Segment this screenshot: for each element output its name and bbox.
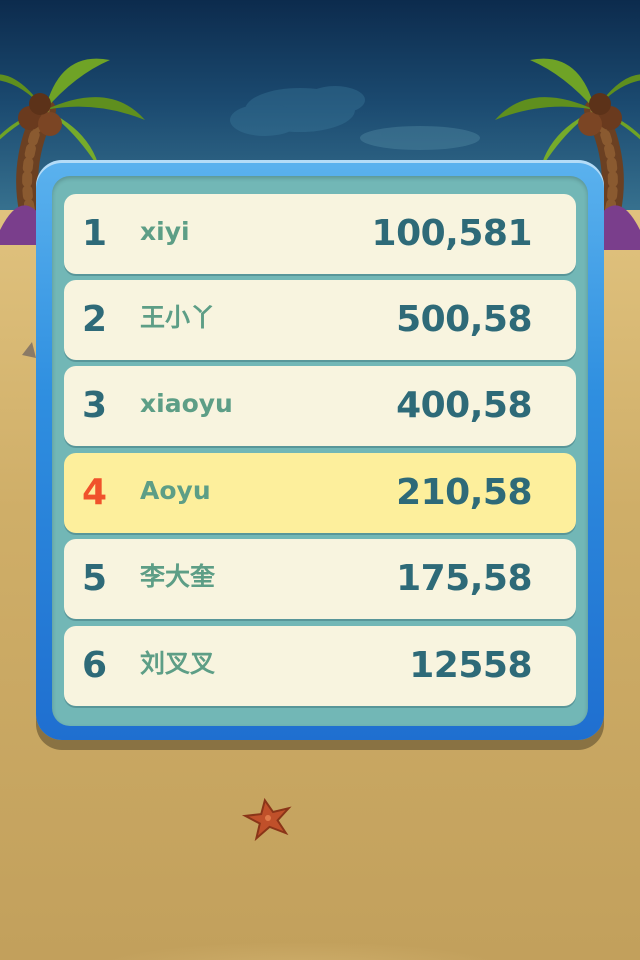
leaderboard-row[interactable]: 1 xiyi 100,581: [64, 194, 576, 274]
leaderboard-list: 1 xiyi 100,581 2 王小丫 500,58 3 xiaoyu 400…: [52, 176, 588, 726]
leaderboard-panel: 1 xiyi 100,581 2 王小丫 500,58 3 xiaoyu 400…: [36, 160, 604, 740]
player-score: 12558: [409, 645, 532, 686]
player-score: 210,58: [396, 472, 532, 513]
rank-number: 3: [82, 385, 108, 426]
rank-number: 6: [82, 645, 108, 686]
player-name: 王小丫: [140, 303, 216, 332]
player-score: 175,58: [396, 558, 532, 599]
game-scene: 1 xiyi 100,581 2 王小丫 500,58 3 xiaoyu 400…: [0, 0, 640, 960]
starfish-icon: [241, 797, 292, 842]
leaderboard-row[interactable]: 2 王小丫 500,58: [64, 280, 576, 360]
player-name: xiyi: [140, 217, 190, 246]
shell-icon: [22, 342, 36, 358]
leaderboard-row-current-player[interactable]: 4 Aoyu 210,58: [64, 453, 576, 533]
rank-number: 5: [82, 558, 108, 599]
rank-number: 2: [82, 299, 108, 340]
leaderboard-row[interactable]: 5 李大奎 175,58: [64, 539, 576, 619]
player-name: 刘叉叉: [140, 649, 216, 678]
cloud-icon: [230, 86, 480, 150]
rank-number: 4: [82, 472, 108, 513]
player-name: xiaoyu: [140, 389, 233, 418]
leaderboard-inner: 1 xiyi 100,581 2 王小丫 500,58 3 xiaoyu 400…: [52, 176, 588, 726]
leaderboard-row[interactable]: 6 刘叉叉 12558: [64, 626, 576, 706]
player-score: 500,58: [396, 299, 532, 340]
player-name: Aoyu: [140, 476, 211, 505]
leaderboard-row[interactable]: 3 xiaoyu 400,58: [64, 366, 576, 446]
player-name: 李大奎: [140, 562, 216, 591]
player-score: 100,581: [371, 213, 533, 254]
rank-number: 1: [82, 213, 108, 254]
player-score: 400,58: [396, 385, 532, 426]
